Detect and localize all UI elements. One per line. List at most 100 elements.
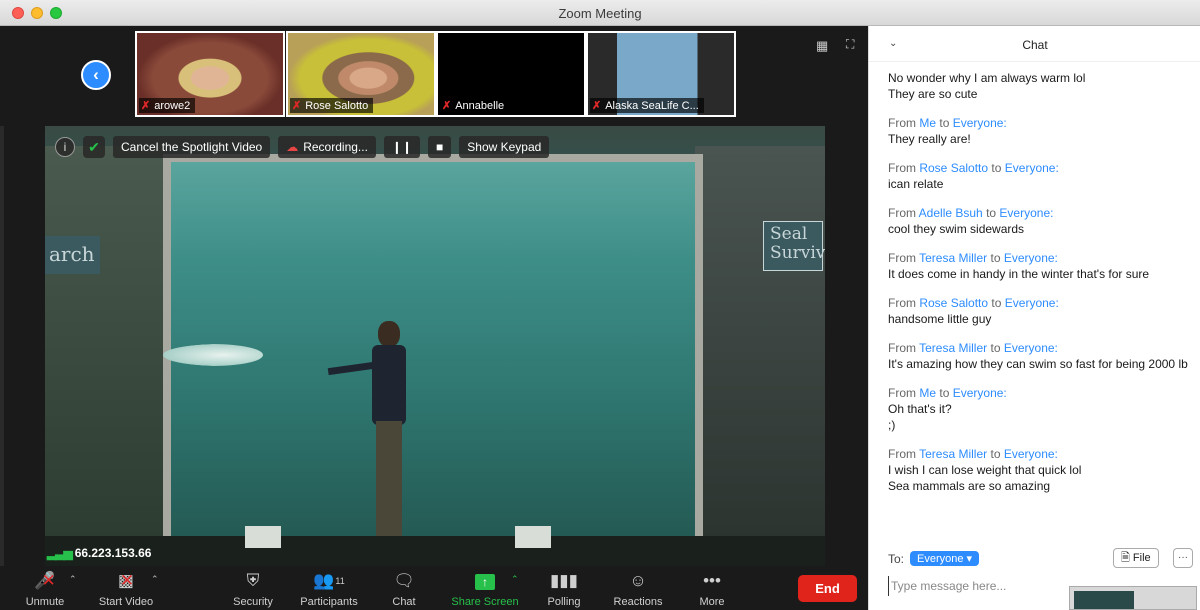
spotlight-video: arch Seal Surviv [45, 126, 825, 566]
chat-message: From Teresa Miller to Everyone: It's amaz… [888, 340, 1193, 372]
recipient-name[interactable]: Everyone: [953, 116, 1007, 130]
chat-panel: ⌄ Chat No wonder why I am always warm lo… [868, 26, 1200, 610]
chat-more-button[interactable]: ··· [1173, 548, 1193, 568]
video-options-chevron-icon[interactable]: ⌃ [151, 574, 159, 585]
message-text: ican relate [888, 177, 944, 191]
sender-name[interactable]: Adelle Bsuh [919, 206, 983, 220]
info-icon[interactable]: i [55, 137, 75, 157]
message-text: Oh that's it? [888, 402, 952, 416]
wall-left [45, 146, 165, 566]
mic-muted-icon: ✗ [141, 100, 151, 112]
floor-plaque [245, 526, 281, 548]
mic-muted-icon: ✗ [292, 100, 302, 112]
recipient-name[interactable]: Everyone: [999, 206, 1053, 220]
sign-line: Surviv [770, 243, 825, 263]
screen-preview-thumbnail [1069, 586, 1197, 610]
message-sender-line: From Adelle Bsuh to Everyone: [888, 205, 1193, 221]
file-button[interactable]: 🗎 File [1113, 548, 1159, 568]
message-sender-line: From Rose Salotto to Everyone: [888, 295, 1193, 311]
sender-name[interactable]: Teresa Miller [919, 251, 987, 265]
participant-name: Alaska SeaLife C... [605, 99, 699, 112]
recipient-dropdown[interactable]: Everyone ▾ [910, 551, 980, 566]
to-word: to [990, 251, 1001, 265]
title-bar: Zoom Meeting [0, 0, 1200, 26]
sender-name[interactable]: Rose Salotto [919, 161, 988, 175]
recording-status[interactable]: ☁ Recording... [278, 136, 376, 158]
more-button[interactable]: ••• More [692, 570, 732, 608]
exhibit-sign-right: Seal Surviv [763, 221, 825, 271]
participants-icon: 👥11 [313, 571, 345, 590]
tank-floor [45, 536, 825, 566]
video-off-icon: ▩✕ [117, 571, 135, 590]
recipient-name[interactable]: Everyone: [1004, 447, 1058, 461]
participant-thumbnail[interactable]: ✗ arowe2 [135, 31, 285, 117]
message-sender-line: From Teresa Miller to Everyone: [888, 446, 1193, 462]
security-button[interactable]: ⛨ Security [226, 570, 280, 608]
message-text: They really are! [888, 132, 971, 146]
unmute-label: Unmute [25, 596, 65, 608]
cancel-spotlight-button[interactable]: Cancel the Spotlight Video [113, 136, 271, 158]
polling-button[interactable]: ▮▮▮ Polling [540, 570, 588, 608]
presenter-legs [376, 421, 402, 551]
presenter-torso [372, 345, 406, 425]
meeting-info-bar: i ✔ Cancel the Spotlight Video ☁ Recordi… [55, 135, 550, 159]
message-text: Sea mammals are so amazing [888, 479, 1051, 493]
message-text: I wish I can lose weight that quick lol [888, 463, 1082, 477]
participant-name-tag: ✗ arowe2 [139, 98, 196, 113]
from-word: From [888, 296, 916, 310]
sender-name[interactable]: Rose Salotto [919, 296, 988, 310]
chat-message-input[interactable] [888, 576, 1068, 596]
recipient-name[interactable]: Everyone: [953, 386, 1007, 400]
from-word: From [888, 206, 916, 220]
shield-icon: ⛨ [246, 571, 260, 590]
connection-info: ▂▃▅ 66.223.153.66 [47, 546, 151, 560]
participants-button[interactable]: 👥11 Participants [293, 570, 365, 608]
sender-name[interactable]: Me [919, 116, 936, 130]
chat-message: From Teresa Miller to Everyone: I wish I … [888, 446, 1193, 494]
to-word: to [991, 296, 1002, 310]
chat-message: From Rose Salotto to Everyone: handsome l… [888, 295, 1193, 327]
sender-name[interactable]: Teresa Miller [919, 447, 987, 461]
video-area: ‹ ✗ arowe2 ✗ Rose Salotto ✗ Annabelle ✗ Alas… [0, 26, 868, 566]
to-label: To: [888, 551, 905, 566]
participant-name: Annabelle [455, 99, 505, 112]
chat-button[interactable]: 🗨 Chat [382, 570, 426, 608]
participant-thumbnail[interactable]: ✗ Rose Salotto [286, 31, 436, 117]
participant-name: arowe2 [154, 99, 191, 112]
microphone-muted-icon: 🎤✕ [34, 571, 56, 590]
fullscreen-icon[interactable]: ⛶ [846, 37, 860, 51]
more-dots-icon: ••• [703, 571, 721, 590]
participants-label: Participants [300, 596, 358, 608]
seal-in-tank [163, 344, 263, 366]
share-options-chevron-icon[interactable]: ⌃ [511, 574, 519, 585]
recipient-value: Everyone [917, 553, 964, 565]
start-video-button[interactable]: ▩✕ Start Video [92, 570, 160, 608]
previous-page-button[interactable]: ‹ [81, 60, 111, 90]
encryption-shield-icon[interactable]: ✔ [83, 136, 105, 158]
participant-thumbnail[interactable]: ✗ Annabelle [436, 31, 586, 117]
message-text: handsome little guy [888, 312, 992, 326]
audio-options-chevron-icon[interactable]: ⌃ [69, 574, 77, 585]
message-text: ;) [888, 418, 896, 432]
recipient-row: To: Everyone ▾ [888, 551, 980, 566]
signal-strength-icon: ▂▃▅ [47, 546, 73, 560]
end-meeting-button[interactable]: End [798, 575, 857, 602]
recipient-name[interactable]: Everyone: [1005, 161, 1059, 175]
wall-right [695, 146, 825, 566]
sender-name[interactable]: Me [919, 386, 936, 400]
recipient-name[interactable]: Everyone: [1004, 341, 1058, 355]
recipient-name[interactable]: Everyone: [1004, 251, 1058, 265]
stop-recording-button[interactable]: ■ [428, 136, 452, 158]
participant-thumbnail[interactable]: ✗ Alaska SeaLife C... [586, 31, 736, 117]
participant-name-tag: ✗ Alaska SeaLife C... [590, 98, 704, 113]
unmute-button[interactable]: 🎤✕ Unmute [18, 570, 72, 608]
recipient-name[interactable]: Everyone: [1005, 296, 1059, 310]
gallery-view-icon[interactable]: ▦ [816, 38, 830, 53]
pause-recording-button[interactable]: ❙❙ [383, 136, 421, 158]
polling-label: Polling [547, 596, 581, 608]
reactions-button[interactable]: ☺ Reactions [608, 570, 668, 608]
chat-message: From Me to Everyone: They really are! [888, 115, 1193, 147]
poll-chart-icon: ▮▮▮ [549, 571, 579, 590]
show-keypad-button[interactable]: Show Keypad [459, 136, 550, 158]
sender-name[interactable]: Teresa Miller [919, 341, 987, 355]
